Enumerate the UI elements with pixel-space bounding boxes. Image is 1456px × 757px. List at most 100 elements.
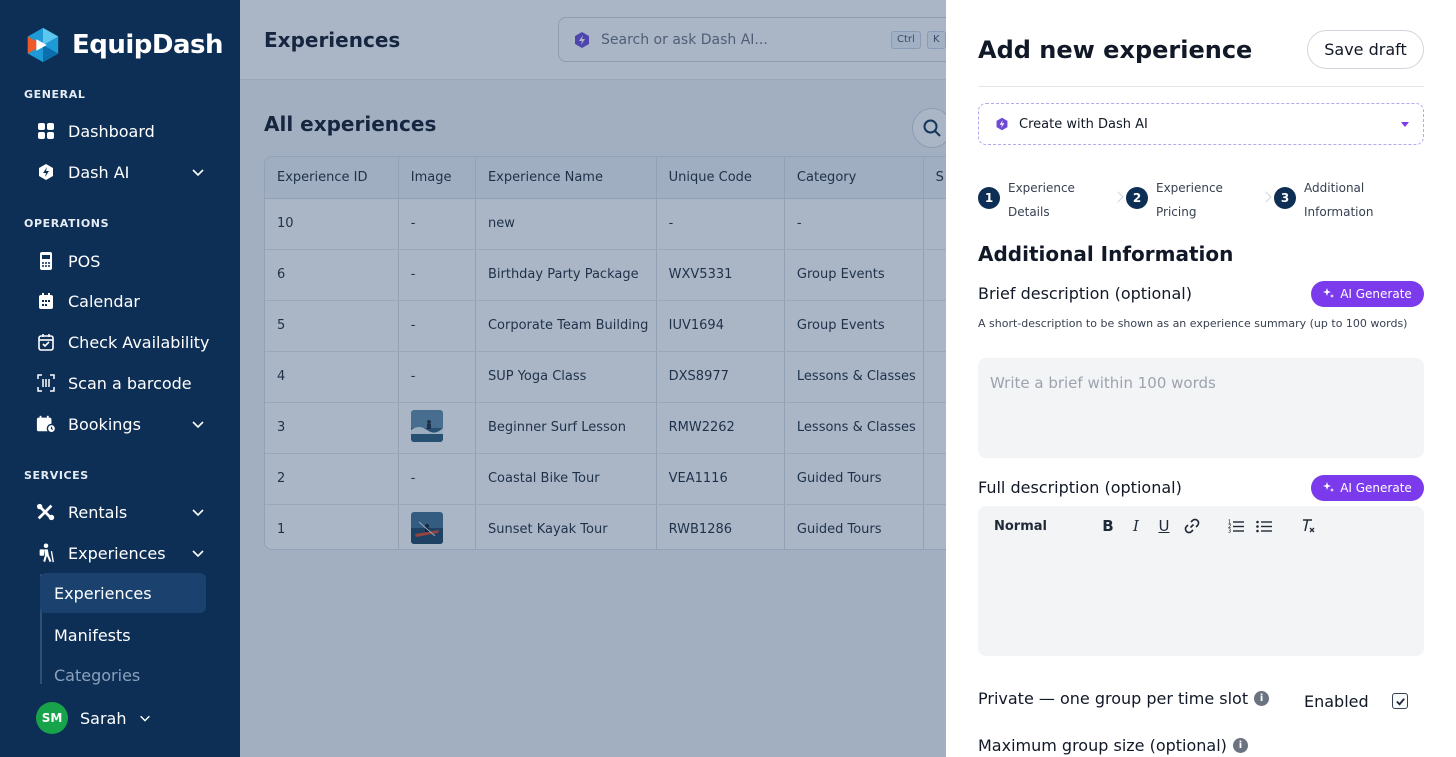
- cell-id: 3: [265, 402, 399, 454]
- sidebar-item-label: Rentals: [68, 502, 128, 522]
- search-placeholder: Search or ask Dash AI...: [601, 31, 768, 48]
- thumbnail-kayak[interactable]: [410, 511, 443, 544]
- step-2[interactable]: 2 Experience Pricing: [1126, 176, 1256, 224]
- checkmark-icon: [1395, 697, 1405, 706]
- info-icon[interactable]: i: [1232, 738, 1248, 753]
- sidebar-subitem-manifests[interactable]: Manifests: [40, 615, 206, 655]
- sidebar-subitem-experiences[interactable]: Experiences: [40, 573, 206, 613]
- sidebar-item-label: Dash AI: [68, 162, 130, 182]
- cell-category: -: [784, 198, 924, 250]
- info-icon[interactable]: i: [1254, 691, 1270, 706]
- cell-id: 6: [265, 249, 399, 301]
- private-enabled-label: Enabled: [1304, 692, 1369, 711]
- step-1[interactable]: 1 Experience Details: [978, 176, 1108, 224]
- table-row[interactable]: 4 - SUP Yoga Class DXS8977 Lessons & Cla…: [265, 351, 963, 403]
- bold-icon[interactable]: B: [1094, 516, 1122, 536]
- pos-terminal-icon: [36, 251, 56, 271]
- brand-logo[interactable]: EquipDash: [24, 26, 224, 64]
- page-title: Experiences: [264, 28, 401, 52]
- save-draft-button[interactable]: Save draft: [1307, 30, 1424, 69]
- column-header-name[interactable]: Experience Name: [475, 157, 657, 199]
- create-with-dash-ai-select[interactable]: Create with Dash AI: [978, 103, 1424, 145]
- sidebar-item-label: Experiences: [68, 543, 166, 563]
- cell-category: Guided Tours: [784, 504, 924, 549]
- sidebar-item-label: POS: [68, 251, 101, 271]
- sidebar-item-label: Bookings: [68, 414, 141, 434]
- sidebar-item-rentals[interactable]: Rentals: [36, 496, 216, 528]
- private-enabled-checkbox[interactable]: [1392, 693, 1408, 709]
- section-label-services: SERVICES: [24, 469, 89, 482]
- cell-code: RWB1286: [656, 504, 785, 549]
- table-row[interactable]: 1 Sunset Kayak Tour RWB1286 Guided Tours: [265, 504, 963, 549]
- cell-category: Group Events: [784, 249, 924, 301]
- drawer-title: Add new experience: [978, 36, 1253, 64]
- format-select[interactable]: Normal: [994, 519, 1094, 534]
- sidebar-item-dashboard[interactable]: Dashboard: [36, 115, 216, 147]
- cell-code: DXS8977: [656, 351, 785, 403]
- sidebar-item-bookings[interactable]: Bookings: [36, 408, 216, 440]
- table-row[interactable]: 6 - Birthday Party Package WXV5331 Group…: [265, 249, 963, 301]
- column-header-image[interactable]: Image: [398, 157, 476, 199]
- sidebar-item-scan-barcode[interactable]: Scan a barcode: [36, 367, 216, 399]
- cell-id: 4: [265, 351, 399, 403]
- ai-generate-full-button[interactable]: AI Generate: [1311, 475, 1424, 501]
- cell-category: Guided Tours: [784, 453, 924, 505]
- table-row[interactable]: 3 Beginner Surf Lesson RMW2262 Lessons &…: [265, 402, 963, 454]
- column-header-category[interactable]: Category: [784, 157, 924, 199]
- avatar: SM: [36, 702, 68, 734]
- full-description-label: Full description (optional): [978, 478, 1182, 497]
- cell-code: -: [656, 198, 785, 250]
- column-header-code[interactable]: Unique Code: [656, 157, 785, 199]
- search-input[interactable]: Search or ask Dash AI... Ctrl K: [558, 17, 978, 62]
- main-content: Experiences Search or ask Dash AI... Ctr…: [240, 0, 978, 757]
- chevron-down-icon[interactable]: [138, 711, 152, 725]
- cell-image: [398, 402, 476, 454]
- sidebar-item-label: Scan a barcode: [68, 373, 192, 393]
- ordered-list-icon[interactable]: 123: [1222, 516, 1250, 536]
- link-icon[interactable]: [1178, 516, 1206, 536]
- bookings-icon: [36, 414, 56, 434]
- table-row[interactable]: 2 - Coastal Bike Tour VEA1116 Guided Tou…: [265, 453, 963, 505]
- section-label-operations: OPERATIONS: [24, 217, 110, 230]
- step-3[interactable]: 3 Additional Information: [1274, 176, 1404, 224]
- bullet-list-icon[interactable]: [1250, 516, 1278, 536]
- sidebar-subitem-categories[interactable]: Categories: [40, 655, 206, 695]
- user-menu[interactable]: SM Sarah: [36, 702, 152, 734]
- table-header-row: Experience ID Image Experience Name Uniq…: [265, 157, 963, 199]
- sidebar-item-label: Calendar: [68, 291, 140, 311]
- cell-name: Beginner Surf Lesson: [475, 402, 657, 454]
- search-icon: [923, 119, 941, 137]
- chevron-up-icon[interactable]: [190, 545, 206, 561]
- sidebar-item-check-availability[interactable]: Check Availability: [36, 326, 216, 358]
- full-description-editor[interactable]: Normal B I U 123: [978, 506, 1424, 656]
- cell-name: Coastal Bike Tour: [475, 453, 657, 505]
- chevron-down-icon[interactable]: [190, 164, 206, 180]
- brand-name: EquipDash: [72, 30, 224, 60]
- sidebar-item-calendar[interactable]: Calendar: [36, 285, 216, 317]
- chevron-down-icon[interactable]: [190, 504, 206, 520]
- private-group-label: Private — one group per time slot i: [978, 689, 1270, 708]
- table-row[interactable]: 5 - Corporate Team Building IUV1694 Grou…: [265, 300, 963, 352]
- divider: [978, 86, 1424, 87]
- italic-icon[interactable]: I: [1122, 516, 1150, 536]
- cell-category: Lessons & Classes: [784, 351, 924, 403]
- chevron-down-icon[interactable]: [190, 416, 206, 432]
- sidebar-item-dash-ai[interactable]: Dash AI: [36, 156, 216, 188]
- grid-icon: [36, 121, 56, 141]
- sidebar-item-experiences[interactable]: Experiences: [36, 537, 216, 569]
- underline-icon[interactable]: U: [1150, 516, 1178, 536]
- add-experience-drawer: Add new experience Save draft Create wit…: [946, 0, 1456, 757]
- thumbnail-surf[interactable]: [410, 409, 443, 442]
- brief-description-input[interactable]: [978, 358, 1424, 458]
- experiences-table: Experience ID Image Experience Name Uniq…: [264, 156, 964, 550]
- clear-formatting-icon[interactable]: [1294, 516, 1322, 536]
- editor-toolbar: Normal B I U 123: [994, 516, 1322, 536]
- column-header-id[interactable]: Experience ID: [265, 157, 399, 199]
- chevron-right-icon: [1112, 191, 1124, 203]
- table-row[interactable]: 10 - new - -: [265, 198, 963, 250]
- ai-generate-brief-button[interactable]: AI Generate: [1311, 281, 1424, 307]
- cell-name: Birthday Party Package: [475, 249, 657, 301]
- calendar-check-icon: [36, 332, 56, 352]
- cell-code: RMW2262: [656, 402, 785, 454]
- sidebar-item-pos[interactable]: POS: [36, 245, 216, 277]
